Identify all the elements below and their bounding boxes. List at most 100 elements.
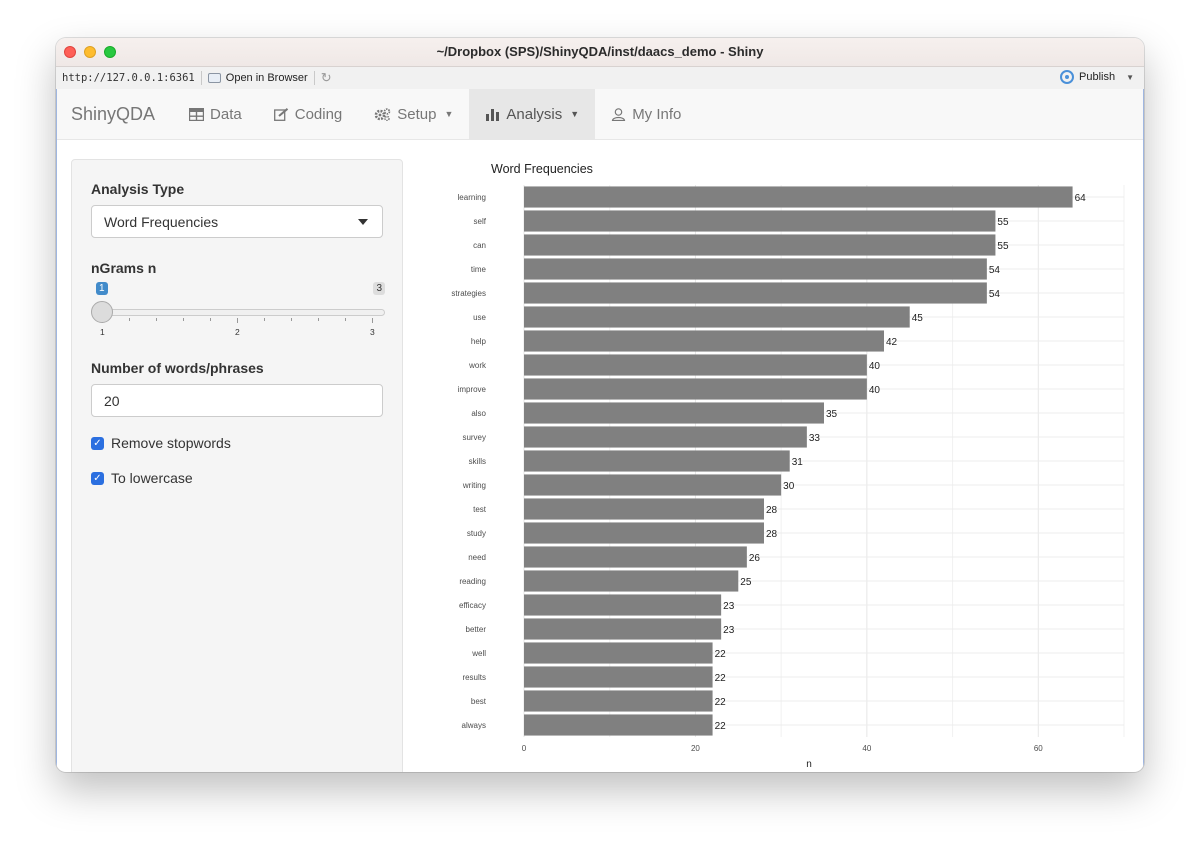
data-label: 22 (715, 697, 727, 708)
ngrams-slider[interactable]: 1 3 1 2 3 (91, 282, 385, 342)
category-label: study (467, 529, 486, 538)
slider-value-badge: 1 (96, 282, 108, 295)
tab-data[interactable]: Data (173, 89, 258, 139)
bar-strategies (524, 282, 987, 304)
bar-best (524, 690, 713, 712)
data-label: 42 (886, 337, 898, 348)
category-label: efficacy (459, 601, 486, 610)
bar-time (524, 258, 987, 280)
lowercase-checkbox[interactable]: ✓ To lowercase (91, 470, 193, 486)
data-label: 55 (997, 217, 1009, 228)
slider-tick (372, 318, 373, 323)
slider-minor-tick (318, 318, 319, 321)
tab-my-info[interactable]: My Info (595, 89, 697, 139)
data-label: 28 (766, 529, 778, 540)
category-label: always (462, 721, 486, 730)
bar-improve (524, 378, 867, 400)
data-label: 22 (715, 649, 727, 660)
bar-chart-icon (486, 108, 500, 121)
chevron-down-icon: ▼ (444, 109, 454, 119)
data-label: 28 (766, 505, 778, 516)
tab-data-label: Data (210, 105, 242, 123)
data-label: 22 (715, 673, 727, 684)
data-label: 54 (989, 289, 1001, 300)
user-icon (612, 107, 626, 121)
data-label: 31 (792, 457, 804, 468)
tab-analysis-label: Analysis (506, 105, 563, 123)
data-label: 45 (912, 313, 924, 324)
analysis-type-select[interactable]: Word Frequencies (91, 205, 383, 238)
num-words-input[interactable]: 20 (91, 384, 383, 417)
word-frequency-plot: Word Frequencies learning 64 self 55 can 55 tim… (419, 149, 1139, 770)
checkmark-icon[interactable]: ✓ (91, 436, 104, 450)
category-label: strategies (451, 289, 486, 298)
bar-learning (524, 186, 1073, 208)
chevron-down-icon: ▼ (570, 109, 580, 119)
bar-study (524, 522, 764, 544)
tab-setup-label: Setup (397, 105, 437, 123)
bar-also (524, 402, 824, 424)
chart-title: Word Frequencies (491, 162, 593, 176)
tab-coding-label: Coding (294, 105, 343, 123)
category-label: also (471, 409, 486, 418)
category-label: survey (462, 433, 486, 442)
caret-down-icon (358, 219, 368, 225)
analysis-type-label: Analysis Type (91, 181, 185, 197)
x-tick-label: 20 (691, 744, 700, 753)
publish-button[interactable]: Publish ▼ (1060, 70, 1134, 84)
x-tick-label: 0 (522, 744, 527, 753)
open-in-browser-button[interactable]: Open in Browser (207, 72, 308, 84)
slider-tick-label: 3 (370, 327, 375, 337)
category-label: work (468, 361, 487, 370)
gears-icon (374, 107, 391, 121)
divider (200, 71, 202, 85)
table-icon (189, 107, 205, 121)
category-label: better (466, 625, 487, 634)
category-label: can (473, 241, 486, 250)
data-label: 35 (826, 409, 838, 420)
tab-analysis[interactable]: Analysis ▼ (469, 89, 596, 139)
analysis-type-value: Word Frequencies (104, 214, 219, 230)
slider-max-badge: 3 (373, 282, 385, 295)
refresh-icon[interactable]: ↻ (321, 70, 332, 86)
publish-label: Publish (1079, 71, 1116, 83)
category-label: self (474, 217, 487, 226)
x-axis-label: n (806, 759, 812, 769)
slider-minor-tick (345, 318, 346, 321)
bar-writing (524, 474, 782, 496)
category-label: improve (458, 385, 487, 394)
lowercase-label: To lowercase (111, 470, 193, 486)
category-label: time (471, 265, 487, 274)
slider-handle[interactable] (91, 301, 113, 323)
data-label: 40 (869, 385, 881, 396)
title-bar: ~/Dropbox (SPS)/ShinyQDA/inst/daacs_demo… (56, 38, 1144, 67)
checkmark-icon[interactable]: ✓ (91, 471, 104, 485)
slider-track[interactable] (101, 309, 385, 316)
category-label: skills (469, 457, 486, 466)
navbar-brand[interactable]: ShinyQDA (57, 89, 169, 139)
ngrams-label: nGrams n (91, 260, 157, 276)
bar-survey (524, 426, 807, 448)
bar-reading (524, 570, 739, 592)
remove-stopwords-checkbox[interactable]: ✓ Remove stopwords (91, 435, 231, 451)
category-label: results (462, 673, 486, 682)
data-label: 30 (783, 481, 795, 492)
edit-icon (273, 107, 288, 121)
bar-results (524, 666, 713, 688)
category-label: learning (458, 193, 486, 202)
slider-minor-tick (210, 318, 211, 321)
slider-minor-tick (183, 318, 184, 321)
tab-my-info-label: My Info (632, 105, 682, 123)
bar-test (524, 498, 764, 520)
data-label: 23 (723, 601, 735, 612)
navbar: ShinyQDA Data Coding Setup ▼ Analysis ▼ … (57, 89, 1143, 140)
bar-work (524, 354, 867, 376)
tab-setup[interactable]: Setup ▼ (358, 89, 469, 139)
url-text[interactable]: http://127.0.0.1:6361 (56, 72, 195, 84)
data-label: 26 (749, 553, 761, 564)
bar-use (524, 306, 910, 328)
data-label: 40 (869, 361, 881, 372)
bar-need (524, 546, 747, 568)
data-label: 55 (997, 241, 1009, 252)
tab-coding[interactable]: Coding (258, 89, 359, 139)
